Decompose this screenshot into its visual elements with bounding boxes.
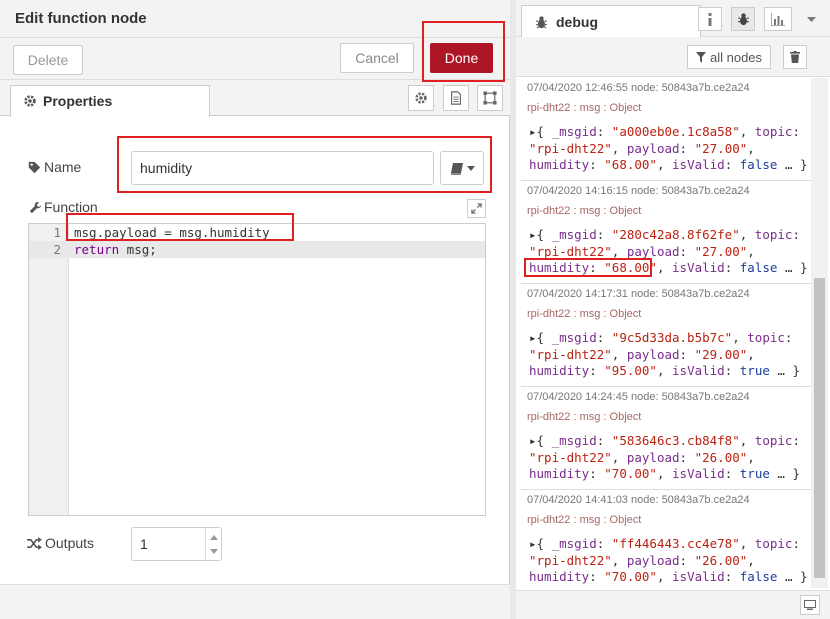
caret-down-icon bbox=[467, 166, 475, 171]
tab-debug-label: debug bbox=[556, 14, 598, 30]
tab-debug[interactable]: debug bbox=[521, 5, 701, 38]
code-keyword: return bbox=[74, 242, 120, 257]
line-number: 2 bbox=[53, 242, 61, 257]
bug-icon bbox=[738, 13, 749, 26]
tab-properties[interactable]: Properties bbox=[10, 85, 210, 117]
expand-icon bbox=[471, 203, 482, 214]
message-body: ▸{ _msgid: "9c5d33da.b5b7c", topic: "rpi… bbox=[529, 330, 800, 378]
outputs-input[interactable] bbox=[132, 528, 202, 560]
sidebar-menu-button[interactable] bbox=[799, 7, 825, 31]
editor-title-bar: Edit function node bbox=[0, 0, 510, 38]
editor-tabs: Properties bbox=[0, 80, 510, 117]
bar-chart-icon bbox=[771, 13, 785, 26]
message-body: ▸{ _msgid: "a000eb0e.1c8a58", topic: "rp… bbox=[529, 124, 808, 172]
tag-icon bbox=[28, 161, 41, 174]
message-meta: 07/04/2020 14:41:03 node: 50843a7b.ce2a2… bbox=[527, 494, 750, 506]
debug-message[interactable]: 07/04/2020 14:41:03 node: 50843a7b.ce2a2… bbox=[521, 490, 811, 588]
tab-properties-label: Properties bbox=[43, 93, 113, 109]
sidebar-tabs: debug bbox=[516, 0, 830, 38]
clear-messages-button[interactable] bbox=[783, 45, 807, 69]
code-line-text: msg; bbox=[119, 242, 157, 257]
frame-icon bbox=[483, 91, 497, 105]
spinner-up-icon[interactable] bbox=[210, 535, 218, 540]
debug-message[interactable]: 07/04/2020 12:46:55 node: 50843a7b.ce2a2… bbox=[521, 78, 811, 181]
book-icon bbox=[451, 163, 463, 175]
code-line: 2 return msg; bbox=[29, 241, 485, 258]
cancel-button[interactable]: Cancel bbox=[340, 43, 414, 73]
debug-scrollbar[interactable] bbox=[811, 78, 828, 588]
spinner-arrows[interactable] bbox=[205, 528, 221, 560]
message-meta: 07/04/2020 14:17:31 node: 50843a7b.ce2a2… bbox=[527, 288, 750, 300]
message-body: ▸{ _msgid: "280c42a8.8f62fe", topic: "rp… bbox=[529, 227, 808, 275]
delete-button[interactable]: Delete bbox=[13, 45, 83, 75]
bug-icon bbox=[536, 16, 547, 29]
outputs-spinner[interactable] bbox=[131, 527, 222, 561]
tab-dashboard[interactable] bbox=[764, 7, 792, 31]
expand-editor-button[interactable] bbox=[467, 199, 486, 218]
tab-info[interactable] bbox=[698, 7, 722, 31]
message-topic: rpi-dht22 : msg : Object bbox=[527, 102, 642, 114]
message-topic: rpi-dht22 : msg : Object bbox=[527, 308, 642, 320]
message-body: ▸{ _msgid: "ff446443.cc4e78", topic: "rp… bbox=[529, 536, 808, 584]
editor-footer bbox=[0, 584, 510, 619]
message-meta: 07/04/2020 14:16:15 node: 50843a7b.ce2a2… bbox=[527, 185, 750, 197]
name-field[interactable] bbox=[131, 151, 434, 185]
icon-picker-button[interactable] bbox=[440, 151, 484, 185]
filter-all-nodes-button[interactable]: all nodes bbox=[687, 45, 771, 69]
editor-title: Edit function node bbox=[15, 10, 147, 27]
trash-icon bbox=[790, 51, 800, 63]
line-number: 1 bbox=[53, 225, 61, 240]
done-button[interactable]: Done bbox=[430, 43, 493, 73]
message-meta: 07/04/2020 12:46:55 node: 50843a7b.ce2a2… bbox=[527, 82, 750, 94]
document-icon bbox=[451, 91, 461, 105]
function-label: Function bbox=[44, 199, 98, 215]
code-line-text: msg.payload = msg.humidity bbox=[74, 225, 270, 240]
debug-message[interactable]: 07/04/2020 14:17:31 node: 50843a7b.ce2a2… bbox=[521, 284, 811, 387]
info-icon bbox=[708, 13, 712, 26]
spinner-down-icon[interactable] bbox=[210, 549, 218, 554]
gear-icon bbox=[24, 95, 36, 107]
editor-toolbar: Delete Cancel Done bbox=[0, 38, 510, 80]
debug-message[interactable]: 07/04/2020 14:24:45 node: 50843a7b.ce2a2… bbox=[521, 387, 811, 490]
popout-button[interactable] bbox=[800, 595, 820, 615]
scrollbar-thumb[interactable] bbox=[814, 278, 825, 578]
message-topic: rpi-dht22 : msg : Object bbox=[527, 205, 642, 217]
line-number-gutter bbox=[29, 224, 69, 515]
message-meta: 07/04/2020 14:24:45 node: 50843a7b.ce2a2… bbox=[527, 391, 750, 403]
tab-debug-icon[interactable] bbox=[731, 7, 755, 31]
gear-icon bbox=[415, 92, 427, 104]
name-label: Name bbox=[44, 159, 82, 175]
code-line: 1 msg.payload = msg.humidity bbox=[29, 224, 485, 241]
outputs-label: Outputs bbox=[45, 535, 95, 551]
tab-settings[interactable] bbox=[408, 85, 434, 111]
debug-message-list: 07/04/2020 12:46:55 node: 50843a7b.ce2a2… bbox=[521, 78, 811, 588]
message-topic: rpi-dht22 : msg : Object bbox=[527, 514, 642, 526]
tab-appearance[interactable] bbox=[477, 85, 503, 111]
message-body: ▸{ _msgid: "583646c3.cb84f8", topic: "rp… bbox=[529, 433, 800, 481]
name-input[interactable] bbox=[132, 152, 433, 184]
tab-description[interactable] bbox=[443, 85, 469, 111]
debug-message[interactable]: 07/04/2020 14:16:15 node: 50843a7b.ce2a2… bbox=[521, 181, 811, 284]
monitor-icon bbox=[804, 600, 816, 610]
wrench-icon bbox=[29, 201, 42, 214]
filter-icon bbox=[696, 52, 706, 63]
shuffle-icon bbox=[27, 537, 42, 550]
edit-function-node-panel: Edit function node Delete Cancel Done Pr… bbox=[0, 0, 510, 619]
sidebar-footer bbox=[516, 590, 830, 619]
function-code-editor[interactable]: 1 msg.payload = msg.humidity 2 return ms… bbox=[28, 223, 486, 516]
caret-down-icon bbox=[807, 17, 816, 22]
message-topic: rpi-dht22 : msg : Object bbox=[527, 411, 642, 423]
debug-toolbar: all nodes bbox=[516, 37, 830, 77]
filter-label: all nodes bbox=[710, 50, 763, 65]
